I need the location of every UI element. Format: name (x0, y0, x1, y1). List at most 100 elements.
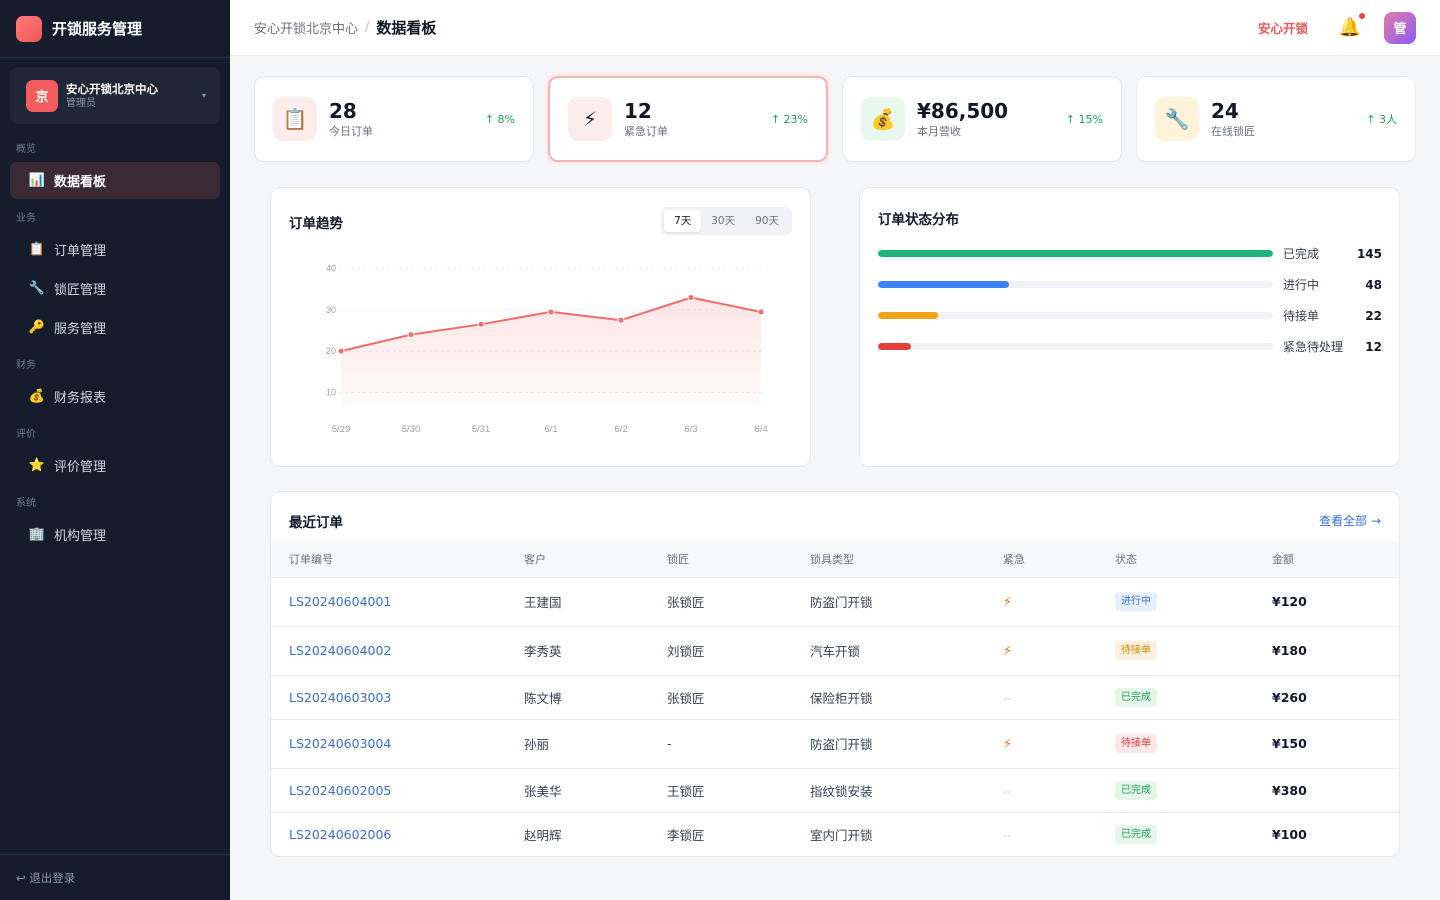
customer-cell: 张美华 (524, 768, 667, 813)
data-point (617, 316, 625, 324)
sidebar-item[interactable]: 📋 订单管理 (10, 231, 220, 268)
org-switcher[interactable]: 京 安心开锁北京中心 管理员 ▾ (10, 67, 220, 124)
nav-icon: 🏢 (28, 527, 46, 542)
status-row: 紧急待处理 12 (878, 339, 1382, 355)
data-point (757, 308, 765, 316)
stat-card[interactable]: 💰 ¥86,500 本月营收 ↑ 15% (842, 76, 1122, 162)
status-cell: 已完成 (1115, 768, 1272, 813)
notification-dot (1359, 12, 1365, 19)
status-badge: 进行中 (1115, 592, 1157, 611)
urgent-none: -- (1003, 784, 1011, 798)
stat-card[interactable]: 🔧 24 在线锁匠 ↑ 3人 (1136, 76, 1416, 162)
status-cell: 待接单 (1115, 719, 1272, 769)
page-title: 数据看板 (376, 19, 437, 37)
customer-cell: 赵明辉 (524, 827, 562, 843)
table-row[interactable]: LS20240602005 张美华 王锁匠 指纹锁安装 -- 已完成 ¥380 (271, 768, 1399, 813)
stat-card[interactable]: ⚡ 12 紧急订单 ↑ 23% (548, 76, 828, 162)
amount-cell: ¥380 (1272, 768, 1399, 813)
stat-card[interactable]: 📋 28 今日订单 ↑ 8% (254, 76, 534, 162)
lightning-icon: ⚡ (1003, 643, 1013, 659)
logout-button[interactable]: ↩ 退出登录 (0, 854, 230, 900)
locksmith-cell: 张锁匠 (667, 675, 810, 720)
status-bar-track (878, 312, 1273, 319)
sidebar-item[interactable]: ⭐ 评价管理 (10, 447, 220, 484)
y-tick-label: 30 (326, 305, 336, 315)
status-cell: 进行中 (1115, 577, 1272, 627)
lock-type-cell: 防盗门开锁 (810, 719, 1003, 769)
amount-value: ¥100 (1272, 826, 1307, 842)
sidebar-item[interactable]: 🔧 锁匠管理 (10, 270, 220, 307)
customer-cell: 李秀英 (524, 626, 667, 676)
status-badge: 待接单 (1115, 734, 1157, 753)
x-tick-label: 6/3 (684, 424, 697, 435)
order-id-link[interactable]: LS20240604001 (289, 594, 391, 609)
column-header: 状态 (1115, 541, 1272, 578)
status-bar-fill (878, 250, 1273, 257)
sidebar-item[interactable]: 🏢 机构管理 (10, 516, 220, 553)
bell-icon[interactable]: 🔔 (1338, 12, 1365, 40)
sidebar-item[interactable]: 📊 数据看板 (10, 162, 220, 199)
sidebar-item-label: 锁匠管理 (54, 283, 107, 298)
brand-title: 开锁服务管理 (52, 20, 143, 38)
table-row[interactable]: LS20240604002 李秀英 刘锁匠 汽车开锁 ⚡ 待接单 ¥180 (271, 626, 1399, 676)
lock-type-cell: 防盗门开锁 (810, 577, 1003, 627)
urgent-cell: -- (1003, 812, 1115, 856)
lock-type-cell: 保险柜开锁 (810, 675, 1003, 720)
urgent-cell: ⚡ (1003, 719, 1115, 769)
order-id-link[interactable]: LS20240604002 (289, 643, 391, 658)
sidebar-item[interactable]: 💰 财务报表 (10, 378, 220, 415)
nav-icon: 📊 (28, 173, 46, 188)
nav-icon: ⭐ (28, 458, 46, 473)
amount-cell: ¥150 (1272, 719, 1399, 769)
order-id-link[interactable]: LS20240602005 (289, 783, 391, 798)
status-cell: 已完成 (1115, 812, 1272, 856)
x-tick-label: 5/31 (472, 424, 491, 435)
table-row[interactable]: LS20240604001 王建国 张锁匠 防盗门开锁 ⚡ 进行中 ¥120 (271, 577, 1399, 627)
urgent-cell: -- (1003, 768, 1115, 813)
locksmith-cell: 王锁匠 (667, 768, 810, 813)
nav-group-label: 概览 (16, 144, 36, 155)
sidebar-nav: 概览 📊 数据看板 业务 📋 订单管理 🔧 锁匠管理 🔑 服务管理 财务 💰 财务报表 评价 ⭐ 评价管理 系统… (0, 140, 230, 553)
table-body: LS20240604001 王建国 张锁匠 防盗门开锁 ⚡ 进行中 ¥120 LS202406… (271, 577, 1399, 856)
locksmith-cell: - (667, 719, 810, 769)
chevron-down-icon: ▾ (201, 91, 206, 100)
status-count: 48 (1365, 278, 1382, 292)
org-avatar: 京 (26, 79, 58, 112)
org-name: 安心开锁北京中心 (66, 81, 158, 96)
table-row[interactable]: LS20240602006 赵明辉 李锁匠 室内门开锁 -- 已完成 ¥100 (271, 812, 1399, 856)
amount-cell: ¥100 (1272, 812, 1399, 856)
status-cell: 待接单 (1115, 626, 1272, 676)
brand-link[interactable]: 安心开锁 (1258, 18, 1308, 37)
urgent-none: -- (1003, 828, 1011, 842)
data-point (407, 331, 415, 339)
x-tick-label: 5/29 (332, 424, 351, 435)
brand-logo (16, 15, 42, 42)
nav-icon: 🔑 (28, 320, 46, 335)
order-id-link[interactable]: LS20240603004 (289, 736, 391, 751)
status-bar-fill (878, 281, 1009, 288)
data-point (547, 308, 555, 316)
order-id-link[interactable]: LS20240603003 (289, 690, 391, 705)
sidebar-item-label: 服务管理 (54, 322, 107, 337)
breadcrumb-parent[interactable]: 安心开锁北京中心 (254, 18, 358, 37)
order-id-link[interactable]: LS20240602006 (289, 827, 391, 842)
y-tick-label: 10 (326, 387, 336, 397)
locksmith-cell: 刘锁匠 (667, 626, 810, 676)
view-all-link[interactable]: 查看全部 → (1319, 512, 1381, 529)
sidebar-item[interactable]: 🔑 服务管理 (10, 309, 220, 346)
column-header: 锁具类型 (810, 541, 1003, 578)
stat-trend: ↑ 8% (484, 112, 515, 126)
x-tick-label: 5/30 (402, 424, 421, 435)
table-row[interactable]: LS20240603003 陈文博 张锁匠 保险柜开锁 -- 已完成 ¥260 (271, 675, 1399, 720)
nav-group-label: 评价 (16, 429, 36, 440)
amount-value: ¥120 (1272, 594, 1307, 609)
org-role: 管理员 (66, 97, 96, 109)
urgent-none: -- (1003, 691, 1011, 705)
column-header: 金额 (1272, 541, 1399, 578)
table-row[interactable]: LS20240603004 孙丽 - 防盗门开锁 ⚡ 待接单 ¥150 (271, 719, 1399, 769)
order-status-panel: 订单状态分布 已完成 145 进行中 48 待接单 22 紧急待处理 12 (859, 187, 1400, 467)
user-avatar[interactable]: 管 (1384, 11, 1416, 44)
status-bar-track (878, 343, 1273, 350)
status-badge: 已完成 (1115, 824, 1157, 844)
lightning-icon: ⚡ (1003, 736, 1013, 752)
